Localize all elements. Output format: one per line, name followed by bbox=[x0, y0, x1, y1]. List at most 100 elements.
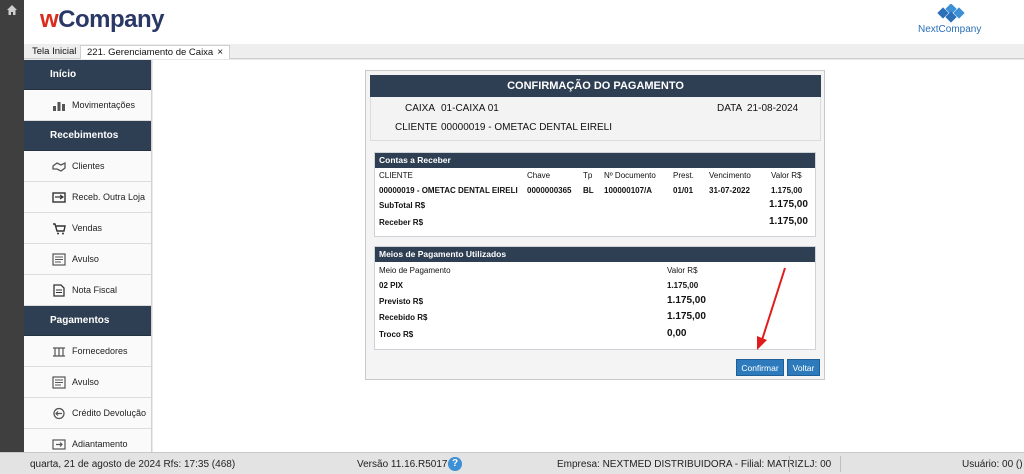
sidebar-item-label: Receb. Outra Loja bbox=[72, 192, 146, 202]
column-header: Meio de Pagamento bbox=[379, 266, 451, 275]
recebido-label: Recebido R$ bbox=[379, 313, 428, 322]
sidebar-item-avulso-pagamento[interactable]: Avulso bbox=[24, 367, 151, 398]
status-divider bbox=[840, 456, 841, 472]
cell-tp: BL bbox=[583, 186, 594, 195]
sidebar: Início Movimentações Recebimentos Client… bbox=[24, 60, 152, 452]
home-icon[interactable] bbox=[6, 4, 18, 16]
troco-value: 0,00 bbox=[667, 328, 687, 339]
sidebar-item-nota-fiscal[interactable]: Nota Fiscal bbox=[24, 275, 151, 306]
sidebar-item-clientes[interactable]: Clientes bbox=[24, 151, 151, 182]
meios-pagamento-title: Meios de Pagamento Utilizados bbox=[375, 247, 815, 262]
close-icon[interactable]: × bbox=[217, 47, 223, 58]
tab-label: Tela Inicial bbox=[32, 46, 77, 57]
back-button[interactable]: Voltar bbox=[787, 359, 820, 376]
dialog-title: CONFIRMAÇÃO DO PAGAMENTO bbox=[370, 75, 821, 97]
supplier-icon bbox=[53, 347, 65, 357]
column-header: Tp bbox=[583, 171, 593, 180]
receber-value: 1.175,00 bbox=[769, 216, 808, 227]
sidebar-section-recebimentos[interactable]: Recebimentos bbox=[24, 121, 151, 151]
sidebar-item-adiantamento[interactable]: Adiantamento bbox=[24, 429, 151, 452]
sidebar-item-vendas[interactable]: Vendas bbox=[24, 213, 151, 244]
sidebar-item-fornecedores[interactable]: Fornecedores bbox=[24, 336, 151, 367]
sidebar-item-label: Fornecedores bbox=[72, 346, 128, 356]
status-bar: quarta, 21 de agosto de 2024 Rfs: 17:35 … bbox=[0, 452, 1024, 474]
cliente-value: 00000019 - OMETAC DENTAL EIRELI bbox=[441, 122, 612, 133]
tab-tela-inicial[interactable]: Tela Inicial bbox=[26, 45, 82, 59]
sidebar-item-label: Avulso bbox=[72, 377, 99, 387]
contas-receber-panel: Contas a Receber CLIENTE Chave Tp Nº Doc… bbox=[374, 152, 816, 237]
partner-logo: NextCompany bbox=[918, 4, 982, 38]
brand-logo[interactable]: wCompany bbox=[40, 6, 165, 34]
tab-gerenciamento-caixa[interactable]: 221. Gerenciamento de Caixa × bbox=[80, 45, 231, 59]
status-version: Versão 11.16.R5017 bbox=[357, 459, 448, 470]
sidebar-item-label: Crédito Devolução bbox=[72, 408, 147, 418]
cell-valor: 1.175,00 bbox=[771, 186, 803, 195]
ledger-icon bbox=[52, 376, 66, 389]
troco-label: Troco R$ bbox=[379, 330, 414, 339]
caixa-value: 01-CAIXA 01 bbox=[441, 103, 499, 114]
refund-icon bbox=[53, 407, 65, 420]
subtotal-label: SubTotal R$ bbox=[379, 201, 426, 210]
cart-icon bbox=[53, 223, 66, 235]
caixa-label: CAIXA bbox=[405, 103, 436, 114]
table-row[interactable]: 00000019 - OMETAC DENTAL EIRELI 00000003… bbox=[375, 182, 815, 198]
section-label: Início bbox=[50, 69, 77, 80]
sidebar-item-label: Clientes bbox=[72, 161, 105, 171]
status-loja: LJ: 00 bbox=[804, 459, 832, 470]
sidebar-section-inicio[interactable]: Início bbox=[24, 60, 151, 90]
cell-valor: 1.175,00 bbox=[667, 281, 699, 290]
column-header: Vencimento bbox=[709, 171, 751, 180]
sidebar-item-label: Nota Fiscal bbox=[72, 285, 118, 295]
tab-label: 221. Gerenciamento de Caixa bbox=[87, 47, 214, 58]
brand-w: w bbox=[40, 6, 59, 33]
transfer-icon bbox=[52, 192, 66, 203]
section-label: Recebimentos bbox=[50, 130, 119, 141]
table-header-row: Meio de Pagamento Valor R$ bbox=[375, 262, 815, 277]
help-icon[interactable]: ? bbox=[448, 457, 462, 471]
contas-receber-title: Contas a Receber bbox=[375, 153, 815, 168]
sidebar-item-label: Vendas bbox=[72, 223, 103, 233]
sidebar-item-label: Avulso bbox=[72, 254, 99, 264]
recebido-row: Recebido R$ 1.175,00 bbox=[375, 309, 815, 326]
previsto-row: Previsto R$ 1.175,00 bbox=[375, 293, 815, 309]
cell-vencimento: 31-07-2022 bbox=[709, 186, 750, 195]
cell-cliente: 00000019 - OMETAC DENTAL EIRELI bbox=[379, 186, 518, 195]
subtotal-value: 1.175,00 bbox=[769, 199, 808, 210]
status-divider bbox=[789, 456, 790, 472]
troco-row: Troco R$ 0,00 bbox=[375, 326, 815, 343]
recebido-value: 1.175,00 bbox=[667, 311, 706, 322]
cliente-label: CLIENTE bbox=[395, 122, 438, 133]
sidebar-item-receb-outra-loja[interactable]: Receb. Outra Loja bbox=[24, 182, 151, 213]
data-value: 21-08-2024 bbox=[747, 103, 799, 114]
main-content: CONFIRMAÇÃO DO PAGAMENTO CAIXA 01-CAIXA … bbox=[153, 60, 1024, 452]
handshake-icon bbox=[52, 161, 66, 172]
sidebar-section-pagamentos[interactable]: Pagamentos bbox=[24, 306, 151, 336]
app-header: wCompany NextCompany bbox=[24, 0, 1024, 44]
previsto-value: 1.175,00 bbox=[667, 295, 706, 306]
sidebar-item-label: Movimentações bbox=[72, 100, 136, 110]
receber-label: Receber R$ bbox=[379, 218, 424, 227]
subtotal-row: SubTotal R$ 1.175,00 bbox=[375, 198, 815, 215]
sidebar-item-label: Adiantamento bbox=[72, 439, 128, 449]
section-label: Pagamentos bbox=[50, 315, 110, 326]
left-rail bbox=[0, 0, 24, 474]
ledger-icon bbox=[52, 253, 66, 266]
cell-chave: 0000000365 bbox=[527, 186, 572, 195]
table-row[interactable]: 02 PIX 1.175,00 bbox=[375, 277, 815, 293]
sidebar-item-movimentacoes[interactable]: Movimentações bbox=[24, 90, 151, 121]
status-usuario: Usuário: 00 () bbox=[962, 459, 1023, 470]
table-header-row: CLIENTE Chave Tp Nº Documento Prest. Ven… bbox=[375, 168, 815, 182]
previsto-label: Previsto R$ bbox=[379, 297, 424, 306]
column-header: Nº Documento bbox=[604, 171, 656, 180]
sidebar-item-avulso-recebimento[interactable]: Avulso bbox=[24, 244, 151, 275]
column-header: Chave bbox=[527, 171, 551, 180]
nextcompany-logo-icon bbox=[937, 4, 965, 23]
confirm-button[interactable]: Confirmar bbox=[736, 359, 784, 376]
cell-prestacao: 01/01 bbox=[673, 186, 694, 195]
status-empresa: Empresa: NEXTMED DISTRIBUIDORA - Filial:… bbox=[557, 459, 804, 470]
annotation-arrow-icon bbox=[757, 267, 786, 350]
receber-row: Receber R$ 1.175,00 bbox=[375, 215, 815, 232]
document-icon bbox=[53, 284, 65, 297]
sidebar-item-credito-devolucao[interactable]: Crédito Devolução bbox=[24, 398, 151, 429]
partner-logo-text: NextCompany bbox=[918, 24, 982, 35]
